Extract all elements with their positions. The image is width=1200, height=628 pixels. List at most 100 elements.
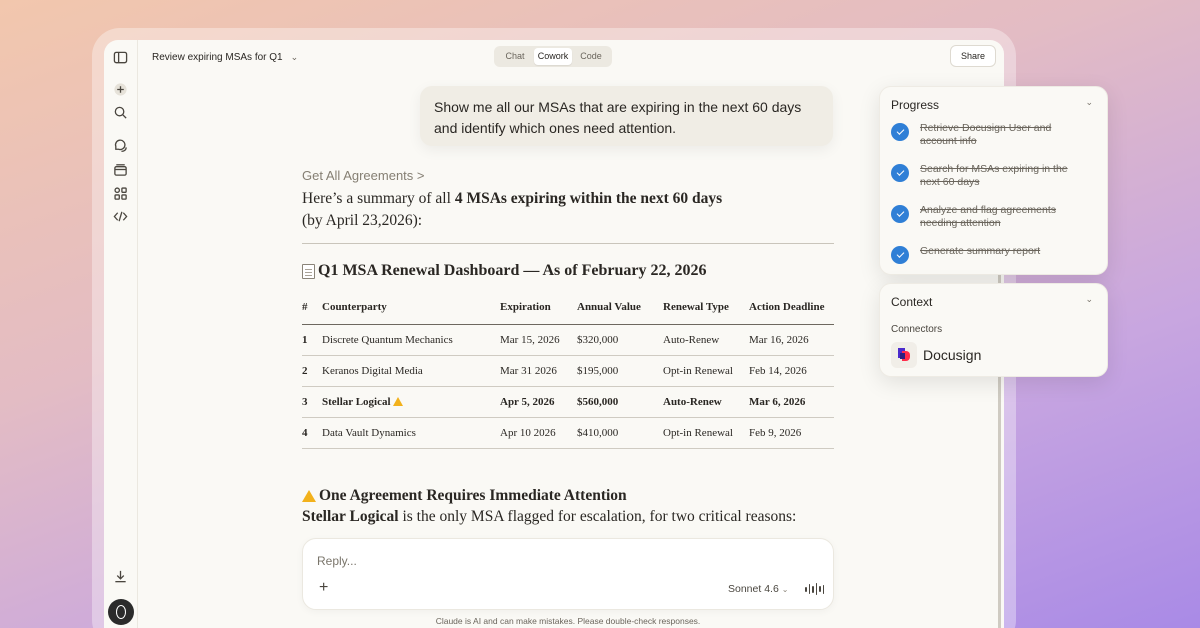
cell-action-deadline: Feb 14, 2026 <box>749 355 834 387</box>
connectors-label: Connectors <box>891 324 943 335</box>
context-title: Context <box>891 295 933 309</box>
table-row-flagged: 3 Stellar Logical Apr 5, 2026 $560,000 A… <box>302 386 834 418</box>
progress-step: Retrieve Docusign User and account info <box>891 122 1075 148</box>
cell-counterparty: Stellar Logical <box>322 386 500 418</box>
warning-icon <box>302 489 316 502</box>
reply-composer[interactable]: Reply... + Sonnet 4.6 ⌄ <box>302 538 834 610</box>
cell-expiration: Mar 31 2026 <box>500 355 577 387</box>
chevron-down-icon: ⌄ <box>290 51 299 62</box>
cell-renewal-type: Opt-in Renewal <box>663 355 749 387</box>
reply-input[interactable]: Reply... <box>317 554 357 568</box>
step-text: Analyze and flag agreements needing atte… <box>920 204 1057 229</box>
check-icon <box>891 123 909 141</box>
connector-docusign[interactable]: Docusign <box>891 342 981 368</box>
warning-icon <box>392 396 403 406</box>
conversation-title[interactable]: Review expiring MSAs for Q1 ⌄ <box>152 50 298 64</box>
check-icon <box>891 164 909 182</box>
cell-renewal-type: Opt-in Renewal <box>663 417 749 449</box>
msa-table: # Counterparty Expiration Annual Value R… <box>302 294 834 449</box>
chevron-down-icon: ⌄ <box>781 585 789 594</box>
dashboard-title: Q1 MSA Renewal Dashboard — As of Februar… <box>302 260 834 282</box>
model-selector[interactable]: Sonnet 4.6 ⌄ <box>728 583 788 595</box>
cell-annual-value: $560,000 <box>577 386 663 418</box>
attention-title: One Agreement Requires Immediate Attenti… <box>319 486 627 504</box>
sidebar-toggle-icon[interactable] <box>112 49 129 66</box>
dashboard-title-text: Q1 MSA Renewal Dashboard — As of Februar… <box>318 262 707 279</box>
artifacts-icon[interactable] <box>112 185 129 202</box>
projects-icon[interactable] <box>112 161 129 178</box>
summary-text: Here’s a summary of all 4 MSAs expiring … <box>302 188 834 232</box>
cell-counterparty: Discrete Quantum Mechanics <box>322 324 500 356</box>
step-text: Search for MSAs expiring in the next 60 … <box>920 163 1068 188</box>
step-text: Generate summary report <box>920 245 1041 257</box>
progress-panel: Progress ⌄ Retrieve Docusign User and ac… <box>879 86 1108 275</box>
cell-number: 4 <box>302 417 322 449</box>
cell-counterparty: Keranos Digital Media <box>322 355 500 387</box>
code-icon[interactable] <box>112 208 129 225</box>
cell-number: 1 <box>302 324 322 356</box>
avatar[interactable] <box>108 599 134 625</box>
mode-toggle: Chat Cowork Code <box>494 46 612 67</box>
summary-prefix: Here’s a summary of all <box>302 190 455 207</box>
new-chat-icon[interactable] <box>112 81 129 98</box>
chats-icon[interactable] <box>112 137 129 154</box>
search-icon[interactable] <box>112 104 129 121</box>
col-header-renewal-type: Renewal Type <box>663 294 749 325</box>
attention-heading: One Agreement Requires Immediate Attenti… <box>302 486 834 506</box>
assistant-response: Get All Agreements > Here’s a summary of… <box>302 168 834 528</box>
cell-number: 2 <box>302 355 322 387</box>
col-header-counterparty: Counterparty <box>322 294 500 325</box>
context-panel: Context ⌄ Connectors Docusign <box>879 283 1108 377</box>
cell-counterparty: Data Vault Dynamics <box>322 417 500 449</box>
cell-action-deadline: Feb 9, 2026 <box>749 417 834 449</box>
share-button[interactable]: Share <box>950 45 996 67</box>
summary-bold: 4 MSAs expiring within the next 60 days <box>454 190 723 207</box>
app-window: Review expiring MSAs for Q1 ⌄ Chat Cowor… <box>104 40 1004 628</box>
cell-expiration: Apr 10 2026 <box>500 417 577 449</box>
chevron-down-icon[interactable]: ⌄ <box>1085 97 1093 108</box>
col-header-action-deadline: Action Deadline <box>749 294 834 325</box>
progress-title: Progress <box>891 98 940 112</box>
summary-suffix: (by April 23,2026): <box>302 212 423 229</box>
mode-code[interactable]: Code <box>572 48 610 65</box>
download-icon[interactable] <box>112 568 129 585</box>
col-header-number: # <box>302 294 322 325</box>
attention-bold: Stellar Logical <box>302 507 399 525</box>
add-attachment-icon[interactable]: + <box>319 579 328 597</box>
col-header-expiration: Expiration <box>500 294 577 325</box>
progress-step: Search for MSAs expiring in the next 60 … <box>891 163 1075 189</box>
model-name: Sonnet 4.6 <box>728 583 779 595</box>
table-header-row: # Counterparty Expiration Annual Value R… <box>302 294 834 325</box>
divider <box>302 243 834 244</box>
cell-action-deadline: Mar 16, 2026 <box>749 324 834 356</box>
disclaimer: Claude is AI and can make mistakes. Plea… <box>435 616 701 626</box>
voice-icon[interactable] <box>805 583 824 595</box>
cell-number: 3 <box>302 386 322 418</box>
sidebar <box>104 40 138 628</box>
cell-annual-value: $195,000 <box>577 355 663 387</box>
cell-renewal-type: Auto-Renew <box>663 386 749 418</box>
table-row: 4 Data Vault Dynamics Apr 10 2026 $410,0… <box>302 417 834 449</box>
check-icon <box>891 205 909 223</box>
step-text: Retrieve Docusign User and account info <box>920 122 1052 147</box>
cell-expiration: Apr 5, 2026 <box>500 386 577 418</box>
cell-annual-value: $320,000 <box>577 324 663 356</box>
docusign-logo-icon <box>891 342 917 368</box>
cell-expiration: Mar 15, 2026 <box>500 324 577 356</box>
cell-action-deadline: Mar 6, 2026 <box>749 386 834 418</box>
progress-step: Generate summary report <box>891 245 1090 264</box>
user-message: Show me all our MSAs that are expiring i… <box>420 86 833 146</box>
check-icon <box>891 246 909 264</box>
table-row: 1 Discrete Quantum Mechanics Mar 15, 202… <box>302 324 834 356</box>
attention-text: is the only MSA flagged for escalation, … <box>398 507 797 525</box>
conversation-title-text: Review expiring MSAs for Q1 <box>152 51 283 63</box>
chevron-down-icon[interactable]: ⌄ <box>1085 294 1093 305</box>
mode-cowork[interactable]: Cowork <box>534 48 572 65</box>
table-row: 2 Keranos Digital Media Mar 31 2026 $195… <box>302 355 834 387</box>
attention-body: Stellar Logical is the only MSA flagged … <box>302 506 834 528</box>
connector-name: Docusign <box>923 347 982 363</box>
tool-breadcrumb[interactable]: Get All Agreements > <box>302 168 834 186</box>
col-header-annual-value: Annual Value <box>577 294 663 325</box>
cell-renewal-type: Auto-Renew <box>663 324 749 356</box>
mode-chat[interactable]: Chat <box>496 48 534 65</box>
